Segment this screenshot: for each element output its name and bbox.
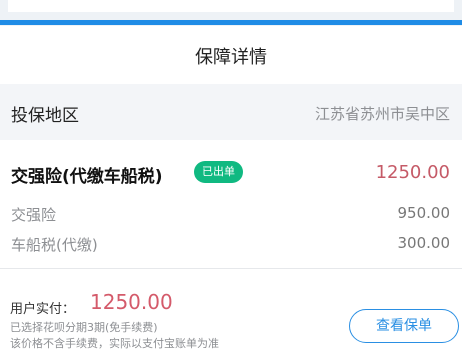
- accent-bar: [0, 20, 462, 25]
- compulsory-insurance-row: 交强险(代缴车船税) 已出单 1250.00: [0, 148, 462, 200]
- status-badge: 已出单: [194, 161, 243, 183]
- line-item-amount: 300.00: [397, 234, 451, 252]
- line-item-name: 交强险: [11, 206, 57, 224]
- line-item-amount: 950.00: [397, 204, 451, 222]
- region-row: 投保地区 江苏省苏州市吴中区: [0, 84, 462, 140]
- compulsory-insurance-name: 交强险(代缴车船税): [11, 167, 163, 187]
- compulsory-insurance-amount: 1250.00: [375, 162, 450, 183]
- line-item-row: 车船税(代缴) 300.00: [0, 228, 462, 260]
- view-policy-button[interactable]: 查看保单: [349, 309, 459, 343]
- fee-note: 该价格不含手续费，实际以支付宝账单为准: [10, 337, 219, 350]
- page-title: 保障详情: [195, 47, 267, 68]
- top-strip: [0, 0, 462, 26]
- region-label: 投保地区: [11, 106, 79, 126]
- page-header: 保障详情: [0, 26, 462, 82]
- paid-amount: 1250.00: [90, 290, 173, 314]
- line-item-row: 交强险 950.00: [0, 198, 462, 230]
- region-value: 江苏省苏州市吴中区: [314, 105, 450, 123]
- paid-label: 用户实付：: [10, 302, 76, 317]
- previous-card-edge: [8, 0, 454, 12]
- payment-footer: 用户实付： 1250.00 已选择花呗分期3期(免手续费) 该价格不含手续费，实…: [0, 269, 462, 362]
- installment-note: 已选择花呗分期3期(免手续费): [10, 321, 158, 334]
- section-gap: [0, 140, 462, 148]
- line-item-name: 车船税(代缴): [11, 236, 98, 254]
